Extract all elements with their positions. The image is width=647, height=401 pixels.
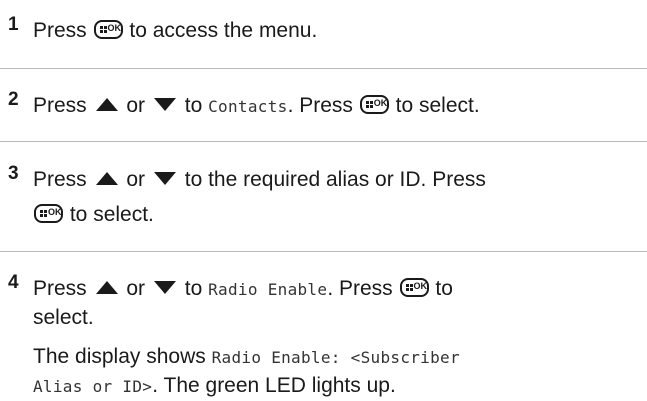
step-text-line2: select. (33, 306, 94, 329)
down-arrow-key-icon (153, 98, 176, 111)
divider (0, 68, 647, 69)
step-number: 1 (8, 14, 19, 35)
menu-ok-key-icon: OK (34, 204, 63, 223)
divider (0, 141, 647, 142)
up-arrow-key-icon (95, 172, 118, 185)
result-text-line2: Alias or ID>. The green LED lights up. (33, 374, 396, 397)
step-number: 3 (8, 163, 19, 184)
menu-item-code: Radio Enable (208, 280, 328, 299)
divider (0, 251, 647, 252)
step-text: Press or to Radio Enable. Press OK to (33, 277, 453, 300)
down-arrow-key-icon (153, 281, 176, 294)
step-text-line2: OK to select. (33, 200, 154, 229)
menu-ok-key-icon: OK (399, 278, 429, 297)
step-text: Press or to Contacts. Press OK to select… (33, 94, 480, 117)
result-text: The display shows Radio Enable: <Subscri… (33, 345, 460, 368)
step-text: Press or to the required alias or ID. Pr… (33, 168, 486, 191)
menu-ok-key-icon: OK (359, 95, 389, 114)
display-message-code: Alias or ID> (33, 377, 153, 396)
up-arrow-key-icon (95, 281, 118, 294)
step-number: 2 (8, 89, 19, 110)
menu-item-code: Contacts (208, 97, 288, 116)
menu-ok-key-icon: OK (93, 20, 123, 39)
step-number: 4 (8, 272, 19, 293)
display-message-code: Radio Enable: <Subscriber (211, 348, 460, 367)
step-text: Press OK to access the menu. (33, 19, 318, 42)
up-arrow-key-icon (95, 98, 118, 111)
down-arrow-key-icon (153, 172, 176, 185)
